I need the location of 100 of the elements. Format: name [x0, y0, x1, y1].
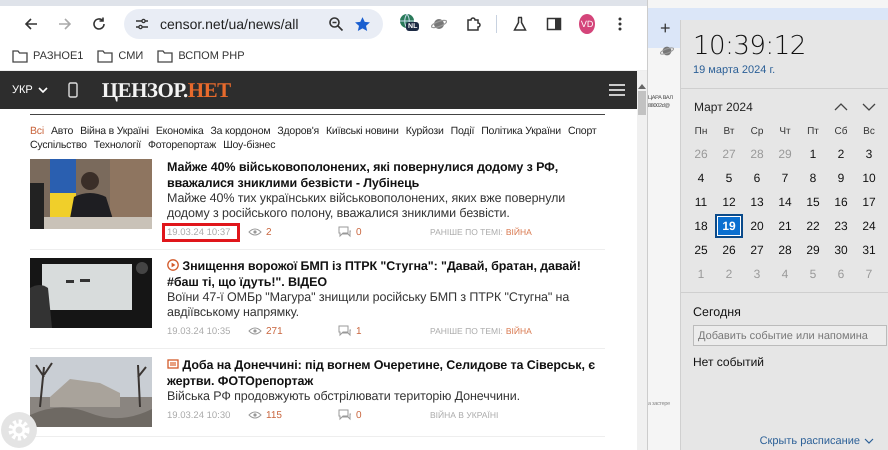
- calendar-day[interactable]: 19: [715, 214, 743, 238]
- site-logo[interactable]: ЦЕНЗОР.НЕТ: [102, 78, 231, 102]
- comment-icon: [338, 409, 352, 421]
- calendar-day[interactable]: 27: [743, 238, 771, 262]
- clock-time: 10:39:12: [692, 30, 807, 61]
- category-link[interactable]: Технології: [94, 139, 142, 151]
- planet-icon[interactable]: [431, 16, 448, 32]
- next-month-icon[interactable]: [862, 103, 876, 111]
- puzzle-icon[interactable]: [465, 16, 482, 32]
- calendar-day[interactable]: 30: [827, 238, 855, 262]
- article-date: 19.03.24 10:35: [166, 324, 232, 338]
- article-date: 19.03.24 10:30: [166, 408, 232, 422]
- calendar-day[interactable]: 3: [855, 142, 883, 166]
- calendar-day[interactable]: 15: [799, 190, 827, 214]
- calendar-day[interactable]: 12: [715, 190, 743, 214]
- chevron-down-icon: [38, 87, 48, 93]
- bookmark-folder[interactable]: РАЗНОЕ1: [12, 49, 84, 63]
- event-input[interactable]: Добавить событие или напомина: [693, 325, 887, 346]
- comment-icon: [338, 325, 352, 337]
- planet-icon[interactable]: [660, 44, 674, 58]
- category-link[interactable]: Здоров'я: [277, 125, 320, 137]
- category-link[interactable]: Війна в Україні: [80, 125, 149, 137]
- calendar-day[interactable]: 1: [799, 142, 827, 166]
- view-count: 115: [266, 410, 282, 420]
- calendar-day[interactable]: 14: [771, 190, 799, 214]
- flask-icon[interactable]: [512, 16, 528, 32]
- site-settings-icon[interactable]: [134, 16, 150, 32]
- comment-count: 0: [356, 226, 362, 238]
- calendar-day[interactable]: 28: [771, 238, 799, 262]
- category-link[interactable]: Суспільство: [30, 139, 87, 151]
- date-link[interactable]: 19 марта 2024 г.: [681, 61, 888, 88]
- folder-icon: [157, 49, 174, 63]
- calendar-day[interactable]: 6: [743, 166, 771, 190]
- category-link[interactable]: Спорт: [568, 125, 596, 137]
- calendar-day[interactable]: 13: [743, 190, 771, 214]
- play-icon: [167, 259, 179, 271]
- reload-icon[interactable]: [91, 16, 107, 32]
- language-selector[interactable]: УКР: [12, 84, 48, 96]
- profile-avatar[interactable]: VD: [579, 14, 595, 34]
- weekday-label: Пт: [806, 124, 820, 138]
- settings-icon[interactable]: [1, 412, 37, 448]
- calendar-day[interactable]: 4: [687, 166, 715, 190]
- category-link[interactable]: Курйози: [406, 125, 444, 137]
- category-link[interactable]: Фоторепортаж: [148, 139, 216, 151]
- article-summary: Війська РФ продовжують обстрілювати територію Донеччини.: [167, 389, 521, 404]
- category-link[interactable]: Економіка: [156, 125, 204, 137]
- category-link[interactable]: Політика України: [481, 125, 561, 137]
- calendar-day[interactable]: 17: [855, 190, 883, 214]
- calendar-day[interactable]: 21: [771, 214, 799, 238]
- category-link[interactable]: Київські новини: [326, 125, 399, 137]
- calendar-day[interactable]: 2: [827, 142, 855, 166]
- category-link[interactable]: Авто: [51, 125, 74, 137]
- article-title[interactable]: Знищення ворожої БМП із ПТРК "Стугна": "Давай, братан, давай! #баш ті, що їдуть!". ВІДЕО: [167, 258, 605, 290]
- url-text: censor.net/ua/news/all: [160, 16, 300, 32]
- zoom-icon[interactable]: [328, 16, 344, 32]
- previous-month-icon[interactable]: [834, 103, 848, 111]
- address-bar[interactable]: censor.net/ua/news/all: [124, 9, 384, 39]
- phone-icon[interactable]: [68, 82, 78, 98]
- calendar-day[interactable]: 18: [687, 214, 715, 238]
- calendar-day[interactable]: 20: [743, 214, 771, 238]
- calendar-day[interactable]: 5: [715, 166, 743, 190]
- calendar-day[interactable]: 23: [827, 214, 855, 238]
- calendar-day[interactable]: 26: [715, 238, 743, 262]
- calendar-day[interactable]: 31: [855, 238, 883, 262]
- back-icon[interactable]: [23, 16, 39, 32]
- category-link[interactable]: За кордоном: [210, 125, 270, 137]
- scrollbar-thumb[interactable]: [638, 91, 646, 115]
- hide-schedule-link[interactable]: Скрыть расписание: [760, 435, 888, 450]
- bookmark-star-icon[interactable]: [354, 16, 372, 32]
- weekday-label: Чт: [778, 124, 792, 138]
- eye-icon: [248, 327, 262, 335]
- article-title[interactable]: Майже 40% військовополонених, які повернулися додому з РФ, вважалися зниклими безвісти - Лубінець: [167, 159, 605, 191]
- side-panel-icon[interactable]: [546, 16, 562, 32]
- calendar-day[interactable]: 7: [771, 166, 799, 190]
- article-summary: Майже 40% тих українських військовополонених, яких вже повернули додому з російського полону, вважалися зниклими безвісти.: [167, 191, 566, 221]
- new-tab-button[interactable]: +: [660, 18, 671, 38]
- topic-label: ВІЙНА В УКРАЇНІ: [430, 410, 498, 420]
- bookmark-folder[interactable]: ВСПОМ PHP: [157, 49, 245, 63]
- calendar-day[interactable]: 10: [855, 166, 883, 190]
- calendar-day[interactable]: 11: [687, 190, 715, 214]
- calendar-day[interactable]: 24: [855, 214, 883, 238]
- category-link[interactable]: Події: [450, 125, 474, 137]
- calendar-day[interactable]: 25: [687, 238, 715, 262]
- bookmark-folder[interactable]: СМИ: [97, 49, 144, 63]
- menu-icon[interactable]: [609, 84, 625, 96]
- weekday-label: Пн: [694, 124, 708, 138]
- calendar-day[interactable]: 22: [799, 214, 827, 238]
- weekday-label: Ср: [750, 124, 764, 138]
- weekday-label: Вт: [722, 124, 736, 138]
- category-link[interactable]: Шоу-бізнес: [223, 139, 276, 151]
- calendar-day[interactable]: 8: [799, 166, 827, 190]
- category-link[interactable]: Всі: [30, 125, 44, 137]
- calendar-day[interactable]: 29: [799, 238, 827, 262]
- view-count: 271: [266, 326, 283, 336]
- scroll-up-icon[interactable]: [638, 83, 646, 89]
- today-heading: Сегодня: [692, 304, 742, 319]
- month-title[interactable]: Март 2024: [694, 100, 820, 114]
- article-title[interactable]: Доба на Донеччині: під вогнем Очеретине, Селидове та Сіверськ, є жертви. ФОТОрепортаж: [167, 357, 605, 389]
- calendar-day[interactable]: 16: [827, 190, 855, 214]
- calendar-day[interactable]: 9: [827, 166, 855, 190]
